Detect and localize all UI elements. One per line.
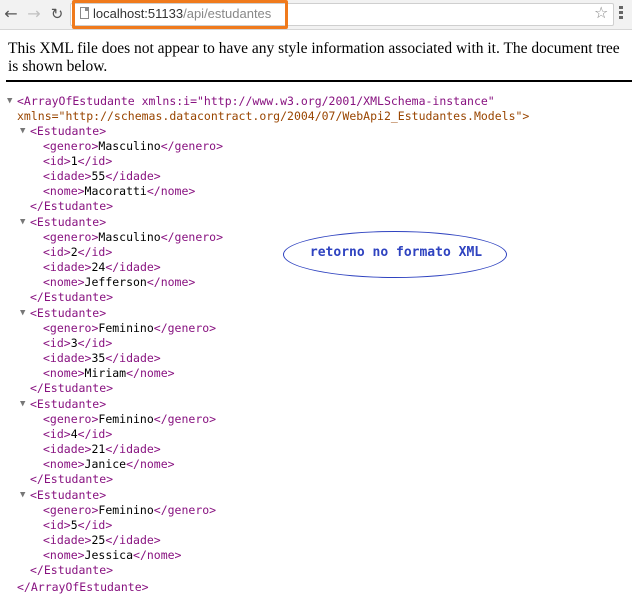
field-value: 3 xyxy=(70,336,78,350)
field-idade: <idade>21</idade> xyxy=(43,442,161,456)
field-value: Masculino xyxy=(98,139,161,153)
field-id: <id>1</id> xyxy=(43,154,113,168)
root-open-line2: xmlns="http://schemas.datacontract.org/2… xyxy=(17,109,530,123)
field-value: 25 xyxy=(91,533,106,547)
field-genero: <genero>Masculino</genero> xyxy=(43,139,224,153)
field-id: <id>5</id> xyxy=(43,518,113,532)
estudante-close-tag: </Estudante> xyxy=(30,563,114,577)
collapse-triangle-icon[interactable]: ▼ xyxy=(20,215,25,230)
field-id: <id>2</id> xyxy=(43,245,113,259)
root-open-line1: <ArrayOfEstudante xmlns:i="http://www.w3… xyxy=(17,94,495,108)
field-value: Miriam xyxy=(84,366,127,380)
root-open-tag: <ArrayOfEstudante xmlns:i="http://www.w3… xyxy=(17,94,495,109)
root-open-tag-ns: xmlns="http://schemas.datacontract.org/2… xyxy=(17,109,529,124)
field-value: Macoratti xyxy=(84,184,147,198)
reload-icon[interactable]: ↻ xyxy=(48,5,66,23)
field-value: 2 xyxy=(70,245,78,259)
field-value: Jefferson xyxy=(84,275,147,289)
field-value: Janice xyxy=(84,457,127,471)
field-value: 35 xyxy=(91,351,106,365)
estudante-open-tag: <Estudante> xyxy=(30,306,107,320)
menu-icon[interactable] xyxy=(619,6,623,21)
collapse-triangle-icon[interactable]: ▼ xyxy=(20,488,25,503)
field-nome: <nome>Janice</nome> xyxy=(43,457,175,471)
field-nome: <nome>Jessica</nome> xyxy=(43,548,182,562)
field-value: 4 xyxy=(70,427,78,441)
estudante-close-tag: </Estudante> xyxy=(30,199,114,213)
field-value: Feminino xyxy=(98,503,154,517)
field-value: 24 xyxy=(91,260,106,274)
annotation-ellipse: retorno no formato XML xyxy=(283,231,507,278)
field-genero: <genero>Feminino</genero> xyxy=(43,412,217,426)
collapse-triangle-icon[interactable]: ▼ xyxy=(7,94,12,109)
annotation-text: retorno no formato XML xyxy=(309,245,483,260)
estudante-close-tag: </Estudante> xyxy=(30,381,114,395)
field-value: Masculino xyxy=(98,230,161,244)
field-value: 21 xyxy=(91,442,106,456)
field-nome: <nome>Jefferson</nome> xyxy=(43,275,196,289)
xml-info-message: This XML file does not appear to have an… xyxy=(8,40,620,75)
browser-toolbar: ← → ↻ localhost:51133/api/estudantes ☆ xyxy=(0,0,632,30)
collapse-triangle-icon[interactable]: ▼ xyxy=(20,397,25,412)
field-genero: <genero>Feminino</genero> xyxy=(43,503,217,517)
back-arrow-icon[interactable]: ← xyxy=(2,5,20,23)
estudante-open-tag: <Estudante> xyxy=(30,397,107,411)
bookmark-star-icon[interactable]: ☆ xyxy=(594,4,608,22)
root-close-text: </ArrayOfEstudante> xyxy=(17,580,149,594)
field-nome: <nome>Miriam</nome> xyxy=(43,366,175,380)
field-genero: <genero>Masculino</genero> xyxy=(43,230,224,244)
field-value: 1 xyxy=(70,154,78,168)
field-idade: <idade>24</idade> xyxy=(43,260,161,274)
field-value: Feminino xyxy=(98,412,154,426)
field-nome: <nome>Macoratti</nome> xyxy=(43,184,196,198)
field-value: Jessica xyxy=(84,548,134,562)
root-close-tag: </ArrayOfEstudante> xyxy=(17,580,149,595)
field-id: <id>3</id> xyxy=(43,336,113,350)
field-id: <id>4</id> xyxy=(43,427,113,441)
field-value: 5 xyxy=(70,518,78,532)
field-idade: <idade>35</idade> xyxy=(43,351,161,365)
url-highlight-box xyxy=(72,0,288,29)
info-divider xyxy=(6,80,632,82)
field-idade: <idade>25</idade> xyxy=(43,533,161,547)
estudante-open-tag: <Estudante> xyxy=(30,488,107,502)
field-idade: <idade>55</idade> xyxy=(43,169,161,183)
collapse-triangle-icon[interactable]: ▼ xyxy=(20,124,25,139)
estudante-open-tag: <Estudante> xyxy=(30,215,107,229)
field-value: 55 xyxy=(91,169,106,183)
forward-arrow-icon[interactable]: → xyxy=(25,5,43,23)
collapse-triangle-icon[interactable]: ▼ xyxy=(20,306,25,321)
estudante-close-tag: </Estudante> xyxy=(30,290,114,304)
field-value: Feminino xyxy=(98,321,154,335)
field-genero: <genero>Feminino</genero> xyxy=(43,321,217,335)
estudante-open-tag: <Estudante> xyxy=(30,124,107,138)
estudante-close-tag: </Estudante> xyxy=(30,472,114,486)
